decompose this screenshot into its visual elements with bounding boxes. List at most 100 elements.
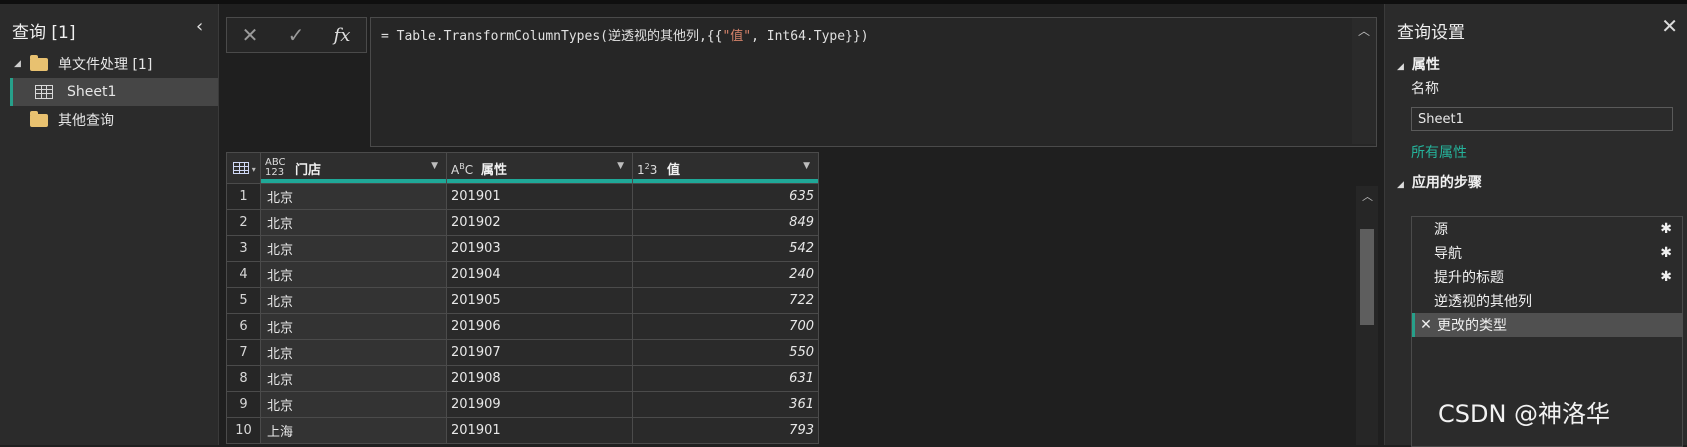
expand-caret-icon[interactable]: ◢ [14, 59, 24, 69]
type-text-icon[interactable]: ABC [451, 162, 475, 176]
cell-value[interactable]: 722 [632, 287, 819, 314]
collapse-pane-chevron-icon[interactable]: ‹ [196, 16, 203, 37]
table-row[interactable]: 6 北京 201906 700 [226, 313, 819, 340]
query-item-label: Sheet1 [67, 84, 117, 100]
row-number[interactable]: 2 [226, 209, 261, 236]
scrollbar-thumb[interactable] [1360, 229, 1374, 325]
cell-attribute[interactable]: 201909 [446, 391, 633, 418]
row-number[interactable]: 5 [226, 287, 261, 314]
chevron-up-icon[interactable]: ︿ [1362, 188, 1373, 204]
formula-buttons: ✕ ✓ fx [226, 17, 367, 53]
cell-value[interactable]: 550 [632, 339, 819, 366]
cell-value[interactable]: 793 [632, 417, 819, 444]
cell-attribute[interactable]: 201902 [446, 209, 633, 236]
query-group-other[interactable]: 其他查询 [0, 106, 218, 134]
delete-step-icon[interactable]: ✕ [1415, 317, 1437, 333]
table-row[interactable]: 3 北京 201903 542 [226, 235, 819, 262]
watermark: CSDN @神洛华 [1438, 400, 1611, 428]
row-number[interactable]: 4 [226, 261, 261, 288]
folder-icon [30, 110, 48, 127]
type-number-icon[interactable]: 123 [637, 162, 661, 176]
cell-store[interactable]: 北京 [260, 183, 447, 210]
cell-attribute[interactable]: 201901 [446, 183, 633, 210]
column-header-store[interactable]: ABC 123 门店 ▼ [260, 152, 447, 184]
cell-value[interactable]: 635 [632, 183, 819, 210]
column-header-value[interactable]: 123 值 ▼ [632, 152, 819, 184]
row-number[interactable]: 1 [226, 183, 261, 210]
cancel-formula-icon[interactable]: ✕ [227, 23, 273, 47]
insert-function-icon[interactable]: fx [319, 25, 365, 46]
collapse-caret-icon[interactable]: ◢ [1397, 180, 1404, 190]
cell-attribute[interactable]: 201906 [446, 313, 633, 340]
chevron-up-icon[interactable]: ︿ [1358, 22, 1370, 39]
cell-store[interactable]: 北京 [260, 313, 447, 340]
cell-value[interactable]: 240 [632, 261, 819, 288]
table-row[interactable]: 7 北京 201907 550 [226, 339, 819, 366]
cell-store[interactable]: 上海 [260, 417, 447, 444]
cell-attribute[interactable]: 201901 [446, 417, 633, 444]
cell-attribute[interactable]: 201905 [446, 287, 633, 314]
cell-store[interactable]: 北京 [260, 209, 447, 236]
collapse-caret-icon[interactable]: ◢ [1397, 62, 1404, 72]
cell-store[interactable]: 北京 [260, 365, 447, 392]
folder-icon [30, 54, 48, 71]
queries-pane-title: 查询 [1] [12, 23, 76, 43]
table-row[interactable]: 8 北京 201908 631 [226, 365, 819, 392]
all-properties-link[interactable]: 所有属性 [1411, 142, 1467, 162]
step-item-active[interactable]: ✕ 更改的类型 [1412, 313, 1683, 337]
row-number[interactable]: 6 [226, 313, 261, 340]
gear-icon[interactable]: ✱ [1660, 221, 1672, 237]
row-number[interactable]: 7 [226, 339, 261, 366]
type-any-icon[interactable]: ABC 123 [265, 158, 289, 178]
table-row[interactable]: 2 北京 201902 849 [226, 209, 819, 236]
cell-value[interactable]: 700 [632, 313, 819, 340]
step-item[interactable]: 逆透视的其他列 [1412, 289, 1680, 313]
row-number[interactable]: 8 [226, 365, 261, 392]
filter-dropdown-icon[interactable]: ▼ [803, 161, 810, 171]
applied-steps-section[interactable]: ◢ 应用的步骤 [1397, 172, 1482, 192]
row-number[interactable]: 10 [226, 417, 261, 444]
step-item[interactable]: 导航 ✱ [1412, 241, 1680, 265]
properties-section[interactable]: ◢ 属性 [1397, 54, 1440, 74]
row-number[interactable]: 3 [226, 235, 261, 262]
cell-attribute[interactable]: 201907 [446, 339, 633, 366]
table-row[interactable]: 1 北京 201901 635 [226, 183, 819, 210]
cell-attribute[interactable]: 201908 [446, 365, 633, 392]
table-menu-button[interactable]: ▾ [226, 152, 261, 184]
query-group-single-file[interactable]: ◢ 单文件处理 [1] [0, 50, 218, 78]
table-row[interactable]: 9 北京 201909 361 [226, 391, 819, 418]
cell-value[interactable]: 361 [632, 391, 819, 418]
cell-attribute[interactable]: 201903 [446, 235, 633, 262]
query-group-label: 其他查询 [58, 113, 114, 129]
gear-icon[interactable]: ✱ [1660, 269, 1672, 285]
cell-value[interactable]: 849 [632, 209, 819, 236]
table-icon [233, 162, 249, 174]
query-name-input[interactable] [1411, 107, 1673, 131]
query-item-sheet1[interactable]: Sheet1 [10, 78, 218, 106]
cell-store[interactable]: 北京 [260, 391, 447, 418]
table-row[interactable]: 10 上海 201901 793 [226, 417, 819, 444]
step-item[interactable]: 源 ✱ [1412, 217, 1680, 241]
cell-store[interactable]: 北京 [260, 339, 447, 366]
formula-scrollbar[interactable]: ︿ [1352, 18, 1376, 144]
column-header-attribute[interactable]: ABC 属性 ▼ [446, 152, 633, 184]
row-number[interactable]: 9 [226, 391, 261, 418]
filter-dropdown-icon[interactable]: ▼ [617, 161, 624, 171]
query-settings-pane: 查询设置 ✕ ◢属性 名称 所有属性 ◢应用的步骤 源 ✱ 导航 ✱ 提升的标题… [1384, 4, 1687, 447]
filter-dropdown-icon[interactable]: ▼ [431, 161, 438, 171]
gear-icon[interactable]: ✱ [1660, 245, 1672, 261]
table-row[interactable]: 5 北京 201905 722 [226, 287, 819, 314]
step-item[interactable]: 提升的标题 ✱ [1412, 265, 1680, 289]
grid-scrollbar[interactable]: ︿ [1356, 186, 1378, 445]
cell-store[interactable]: 北京 [260, 287, 447, 314]
confirm-formula-icon[interactable]: ✓ [273, 23, 319, 47]
close-icon[interactable]: ✕ [1661, 14, 1678, 38]
cell-store[interactable]: 北京 [260, 235, 447, 262]
cell-value[interactable]: 542 [632, 235, 819, 262]
table-row[interactable]: 4 北京 201904 240 [226, 261, 819, 288]
cell-attribute[interactable]: 201904 [446, 261, 633, 288]
formula-bar[interactable]: = Table.TransformColumnTypes(逆透视的其他列,{{"… [370, 17, 1377, 147]
cell-value[interactable]: 631 [632, 365, 819, 392]
cell-store[interactable]: 北京 [260, 261, 447, 288]
formula-text[interactable]: = Table.TransformColumnTypes(逆透视的其他列,{{"… [381, 25, 869, 44]
